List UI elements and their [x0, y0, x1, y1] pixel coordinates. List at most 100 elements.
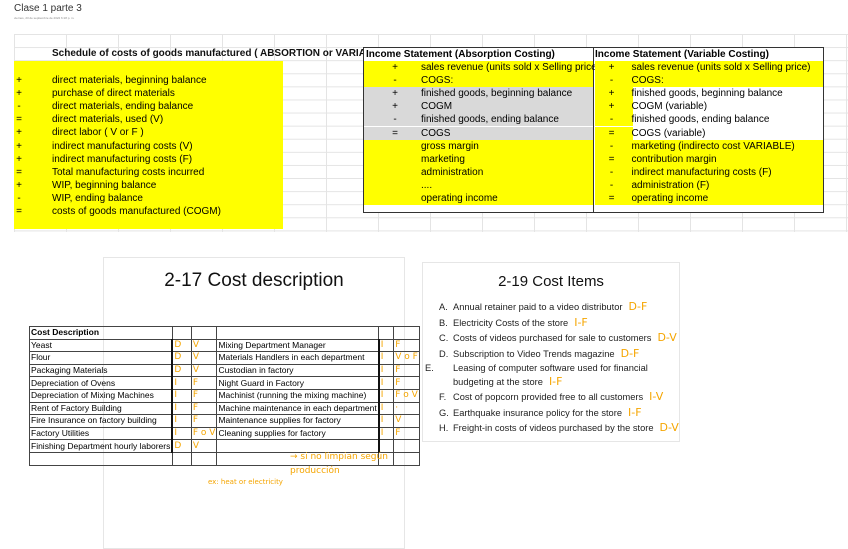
line-item: WIP, ending balance	[52, 192, 143, 204]
cost-item: Depreciation of Ovens	[29, 376, 173, 390]
line-item: indirect manufacturing costs (F)	[52, 153, 193, 165]
cost-description-table: Cost Description Yeast D V Mixing Department…	[29, 326, 420, 466]
line-item: finished goods, ending balance	[421, 114, 559, 126]
operator: -	[609, 114, 614, 126]
cost-item: G. Earthquake insurance policy for the st…	[439, 406, 642, 419]
variable-row: = contribution margin	[594, 152, 823, 166]
operator: -	[609, 140, 614, 152]
fixed-variable: F	[190, 376, 218, 390]
cost-item: Packaging Materials	[29, 363, 173, 378]
direct-indirect: I	[377, 388, 395, 403]
line-item: gross margin	[421, 140, 479, 152]
absorption-row: + COGM	[364, 100, 593, 114]
direct-indirect: I	[171, 414, 192, 428]
variable-row: = COGS (variable)	[594, 126, 823, 140]
item-letter: A.	[439, 302, 448, 312]
item-text: Subscription to Video Trends magazine	[453, 348, 615, 359]
line-item: Total manufacturing costs incurred	[52, 166, 205, 178]
cost-item: Machine maintenance in each department	[216, 401, 380, 416]
table-row: Factory Utilities I F o V Cleaning supplies…	[29, 426, 420, 441]
direct-indirect: I	[171, 401, 192, 416]
variable-row: - indirect manufacturing costs (F)	[594, 165, 823, 179]
cost-item: Fire Insurance on factory building	[29, 414, 173, 428]
variable-row: + COGM (variable)	[594, 100, 823, 114]
table-row: Yeast D V Mixing Department Manager I F	[29, 338, 420, 353]
item-letter: C.	[439, 333, 449, 343]
cost-item: A. Annual retainer paid to a video distri…	[439, 300, 647, 313]
schedule-row: - direct materials, ending balance	[14, 100, 283, 113]
cost-item: Flour	[29, 351, 173, 365]
line-item: contribution margin	[631, 153, 717, 165]
page-title: Clase 1 parte 3	[14, 3, 82, 14]
line-item: costs of goods manufactured (COGM)	[52, 206, 221, 217]
direct-indirect: I	[377, 351, 395, 365]
direct-indirect: I	[171, 388, 192, 403]
cost-item: Mixing Department Manager	[216, 338, 380, 353]
header-cell	[171, 326, 192, 340]
item-text: Electricity Costs of the store	[453, 317, 569, 328]
variable-row: - administration (F)	[594, 178, 823, 192]
cost-item: Machinist (running the mixing machine)	[216, 388, 380, 403]
schedule-row: = Total manufacturing costs incurred	[14, 166, 283, 179]
line-item: marketing	[421, 153, 465, 165]
fixed-variable: V	[393, 414, 420, 428]
table-row: Flour D V Materials Handlers in each depart…	[29, 351, 420, 365]
absorption-row: gross margin	[364, 139, 593, 153]
line-item: administration (F)	[631, 179, 710, 191]
cost-item: Maintenance supplies for factory	[216, 414, 380, 428]
slide-title: 2-17 Cost description	[164, 270, 344, 291]
fixed-variable: V	[190, 363, 218, 378]
operator: -	[393, 75, 397, 87]
item-letter: F.	[439, 392, 447, 402]
absorption-row: + finished goods, beginning balance	[364, 87, 593, 101]
direct-indirect: D	[171, 363, 192, 378]
fixed-variable: ·	[393, 401, 420, 416]
cost-item: Cleaning supplies for factory	[216, 426, 380, 441]
table-row: Fire Insurance on factory building I F Main…	[29, 414, 420, 428]
line-item: sales revenue (units sold x Selling pric…	[421, 62, 600, 73]
schedule-row: = costs of goods manufactured (COGM)	[14, 205, 283, 218]
operator: +	[608, 88, 615, 100]
line-item: direct labor ( V or F )	[52, 127, 144, 139]
fixed-variable: F	[190, 401, 218, 416]
item-text: Freight-in costs of videos purchased by …	[453, 423, 654, 433]
variable-row: - COGS:	[594, 74, 823, 88]
item-letter: G.	[439, 407, 449, 418]
line-item: finished goods, ending balance	[631, 114, 770, 126]
slide-title: 2-19 Cost Items	[498, 273, 604, 290]
fixed-variable: F	[393, 376, 420, 390]
line-item: indirect manufacturing costs (V)	[52, 140, 193, 152]
operator: =	[608, 127, 615, 139]
operator: -	[17, 192, 21, 204]
direct-indirect: I	[377, 363, 395, 378]
direct-indirect: D	[171, 338, 192, 353]
classification-annotation: I-F	[548, 375, 563, 388]
cost-item: Factory Utilities	[29, 426, 173, 441]
operator: +	[608, 101, 615, 113]
absorption-row: - COGS:	[364, 74, 593, 88]
variable-row: = operating income	[594, 192, 823, 206]
cost-item: Night Guard in Factory	[216, 376, 380, 390]
schedule-block: + direct materials, beginning balance + pur…	[14, 61, 283, 229]
header-cell	[190, 326, 218, 340]
absorption-row: - finished goods, ending balance	[364, 113, 593, 127]
variable-title: Income Statement (Variable Costing)	[595, 49, 769, 60]
operator: -	[609, 75, 614, 87]
operator: +	[16, 140, 22, 152]
operator: +	[16, 127, 22, 139]
line-item: marketing (indirecto cost VARIABLE)	[631, 140, 795, 152]
line-item: ....	[421, 179, 433, 191]
absorption-title: Income Statement (Absorption Costing)	[366, 49, 555, 60]
variable-row: - finished goods, ending balance	[594, 113, 823, 127]
direct-indirect: I	[377, 376, 395, 390]
schedule-row: = direct materials, used (V)	[14, 113, 283, 126]
fixed-variable: F	[393, 363, 420, 378]
slide-2-19: 2-19 Cost Items A. Annual retainer paid t…	[422, 262, 680, 442]
line-item: direct materials, used (V)	[52, 114, 164, 126]
classification-annotation: D-V	[659, 421, 679, 434]
absorption-row: + sales revenue (units sold x Selling pri…	[364, 61, 600, 75]
fixed-variable: F o V	[190, 426, 218, 441]
cost-item: F. Cost of popcorn provided free to all c…	[439, 390, 663, 403]
line-item: finished goods, beginning balance	[421, 88, 573, 100]
line-item: direct materials, ending balance	[52, 101, 194, 113]
